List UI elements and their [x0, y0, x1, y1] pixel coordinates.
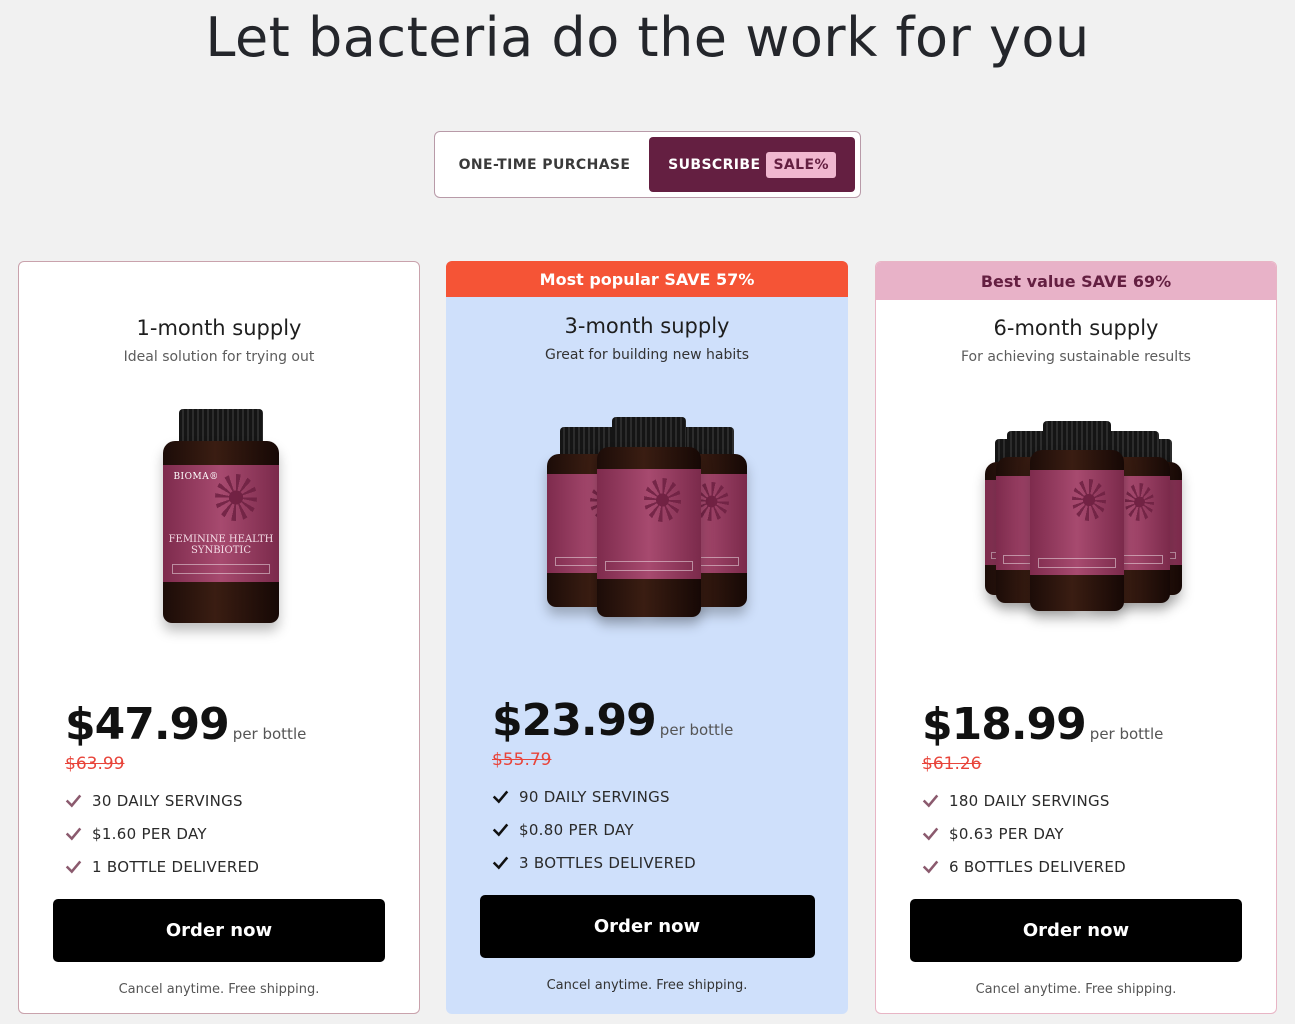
one-time-purchase-label: ONE-TIME PURCHASE: [458, 156, 631, 173]
subscribe-label: SUBSCRIBE: [668, 156, 761, 173]
price-unit: per bottle: [659, 721, 734, 739]
bottle-label: BIOMA® FEMININE HEALTH SYNBIOTIC: [163, 464, 279, 583]
plan-card-3-month: Most popular SAVE 57% 3-month supply Gre…: [446, 261, 848, 1014]
price-unit: per bottle: [1089, 725, 1164, 743]
feature-text: $0.63 PER DAY: [949, 824, 1064, 843]
feature-text: 6 BOTTLES DELIVERED: [949, 857, 1127, 876]
feature-text: 90 DAILY SERVINGS: [519, 787, 670, 806]
order-now-button[interactable]: Order now: [479, 895, 815, 958]
original-price: $63.99: [65, 754, 125, 774]
subscribe-option[interactable]: SUBSCRIBE SALE%: [649, 137, 855, 192]
check-icon: [65, 827, 82, 841]
feature-text: $0.80 PER DAY: [519, 820, 634, 839]
bottle-image: [597, 417, 701, 617]
cancel-note: Cancel anytime. Free shipping.: [118, 982, 320, 997]
check-icon: [492, 856, 509, 870]
plan-card-1-month: 1-month supply Ideal solution for trying…: [18, 261, 420, 1014]
check-icon: [492, 790, 509, 804]
price-unit: per bottle: [232, 725, 307, 743]
feature-text: 30 DAILY SERVINGS: [92, 791, 243, 810]
sale-badge: SALE%: [766, 151, 836, 178]
bottle-image: [1030, 421, 1124, 611]
check-icon: [492, 823, 509, 837]
product-image-three-bottles: [446, 397, 848, 667]
cancel-note: Cancel anytime. Free shipping.: [546, 978, 748, 993]
feature-item: $1.60 PER DAY: [65, 817, 419, 850]
plan-price: $18.99: [922, 699, 1087, 750]
feature-item: 1 BOTTLE DELIVERED: [65, 850, 419, 883]
check-icon: [922, 860, 939, 874]
original-price: $55.79: [492, 750, 552, 770]
feature-item: 180 DAILY SERVINGS: [922, 784, 1276, 817]
product-image-six-bottles: [876, 399, 1276, 669]
feature-item: $0.63 PER DAY: [922, 817, 1276, 850]
feature-item: 3 BOTTLES DELIVERED: [492, 846, 848, 879]
feature-item: $0.80 PER DAY: [492, 813, 848, 846]
plan-subtitle: For achieving sustainable results: [961, 349, 1191, 365]
page-headline: Let bacteria do the work for you: [205, 6, 1090, 69]
original-price: $61.26: [922, 754, 982, 774]
order-now-button[interactable]: Order now: [910, 899, 1242, 962]
plan-title: 6-month supply: [993, 316, 1159, 340]
plan-price: $23.99: [492, 695, 657, 746]
plan-subtitle: Ideal solution for trying out: [123, 349, 315, 365]
bottle-line-2: SYNBIOTIC: [191, 544, 251, 556]
bottle-brand: BIOMA®: [173, 471, 219, 482]
feature-text: 1 BOTTLE DELIVERED: [92, 857, 260, 876]
check-icon: [922, 827, 939, 841]
purchase-type-toggle: ONE-TIME PURCHASE SUBSCRIBE SALE%: [434, 131, 861, 198]
product-image-single-bottle: BIOMA® FEMININE HEALTH SYNBIOTIC: [19, 399, 419, 669]
feature-item: 90 DAILY SERVINGS: [492, 780, 848, 813]
bottle-line-1: FEMININE HEALTH: [168, 534, 274, 546]
feature-text: 3 BOTTLES DELIVERED: [519, 853, 697, 872]
check-icon: [922, 794, 939, 808]
feature-list: 90 DAILY SERVINGS $0.80 PER DAY 3 BOTTLE…: [446, 780, 848, 879]
plan-title: 3-month supply: [564, 314, 730, 338]
feature-text: $1.60 PER DAY: [92, 824, 207, 843]
plan-card-6-month: Best value SAVE 69% 6-month supply For a…: [875, 261, 1277, 1014]
check-icon: [65, 860, 82, 874]
plan-subtitle: Great for building new habits: [544, 347, 750, 363]
order-now-button[interactable]: Order now: [53, 899, 385, 962]
one-time-purchase-option[interactable]: ONE-TIME PURCHASE: [440, 137, 649, 192]
best-value-ribbon: Best value SAVE 69%: [876, 262, 1276, 300]
plan-title: 1-month supply: [136, 316, 302, 340]
check-icon: [65, 794, 82, 808]
feature-item: 6 BOTTLES DELIVERED: [922, 850, 1276, 883]
plan-price: $47.99: [65, 699, 230, 750]
feature-list: 180 DAILY SERVINGS $0.63 PER DAY 6 BOTTL…: [876, 784, 1276, 883]
feature-item: 30 DAILY SERVINGS: [65, 784, 419, 817]
most-popular-ribbon: Most popular SAVE 57%: [446, 261, 848, 297]
bottle-image: BIOMA® FEMININE HEALTH SYNBIOTIC: [163, 409, 279, 623]
feature-list: 30 DAILY SERVINGS $1.60 PER DAY 1 BOTTLE…: [19, 784, 419, 883]
feature-text: 180 DAILY SERVINGS: [949, 791, 1110, 810]
cancel-note: Cancel anytime. Free shipping.: [975, 982, 1177, 997]
